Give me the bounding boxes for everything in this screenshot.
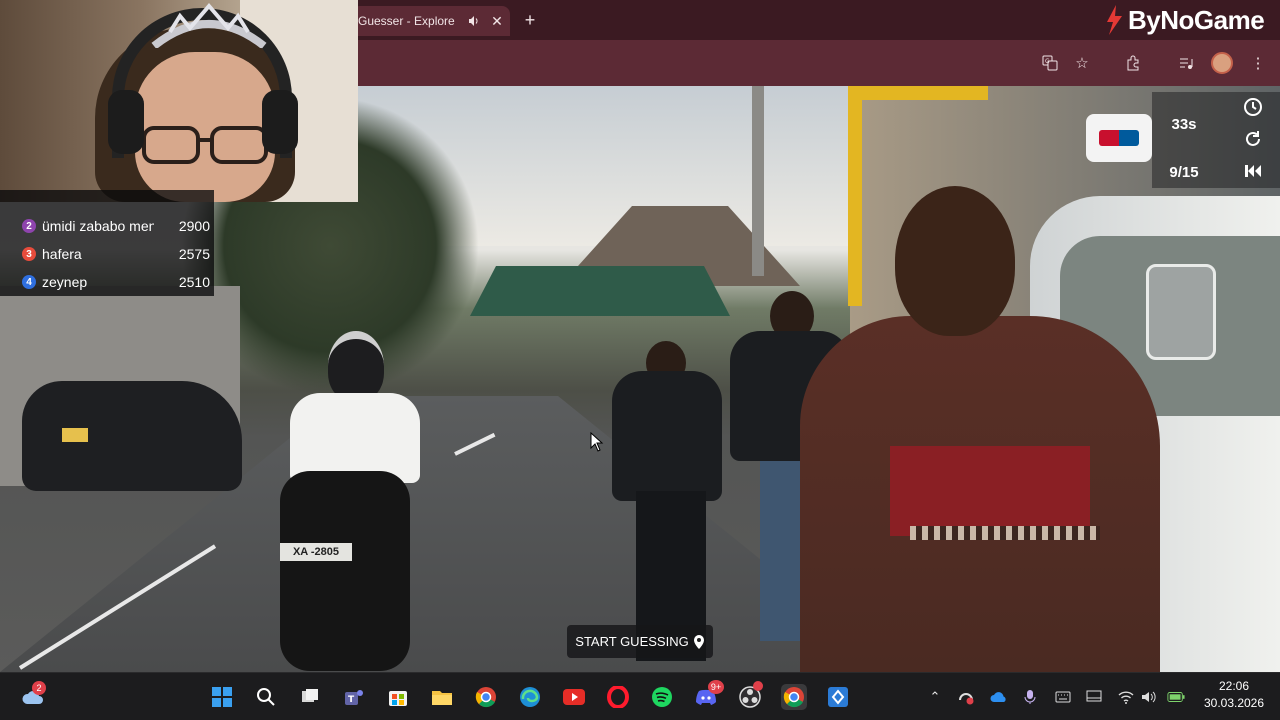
- wifi-icon[interactable]: [1117, 688, 1135, 706]
- menu-dots-icon[interactable]: ⋮: [1248, 53, 1268, 73]
- map-pin-icon: [693, 634, 704, 649]
- task-view-icon[interactable]: [297, 684, 323, 710]
- svg-text:G: G: [1045, 58, 1050, 65]
- motorcycle-rider: XA -2805: [250, 331, 430, 671]
- translate-icon[interactable]: G: [1040, 53, 1060, 73]
- browser-tab[interactable]: Guesser - Explore ✕: [352, 6, 510, 36]
- chrome-icon[interactable]: [473, 684, 499, 710]
- leaderboard: 2 ümidi zababo men 2900 3 hafera 2575 4 …: [0, 190, 214, 296]
- leaderboard-row: 3 hafera 2575: [0, 240, 214, 268]
- tiara: [151, 2, 267, 48]
- brand-text: ByNoGame: [1128, 4, 1265, 35]
- motorcycle-plate: XA -2805: [280, 543, 352, 561]
- teams-icon[interactable]: T: [341, 684, 367, 710]
- close-tab-icon[interactable]: ✕: [488, 12, 506, 30]
- svg-text:T: T: [348, 695, 355, 705]
- return-to-start-icon[interactable]: [1240, 158, 1266, 184]
- microsoft-store-icon[interactable]: [385, 684, 411, 710]
- search-icon[interactable]: [253, 684, 279, 710]
- display-icon[interactable]: [1085, 688, 1103, 706]
- player-name: hafera: [42, 246, 82, 262]
- round-timer: 33s: [1171, 115, 1197, 133]
- leaderboard-row: 2 ümidi zababo men 2900: [0, 212, 214, 240]
- mouse-cursor-icon: [590, 432, 604, 452]
- player-name: zeynep: [42, 274, 88, 290]
- foreground-man: [800, 186, 1160, 672]
- chrome-profile-icon[interactable]: [781, 684, 807, 710]
- system-clock[interactable]: 22:06 30.03.2026: [1196, 678, 1272, 714]
- extensions-icon[interactable]: [1123, 53, 1143, 73]
- file-explorer-icon[interactable]: [429, 684, 455, 710]
- rank-badge: 3: [22, 247, 36, 261]
- battery-icon[interactable]: [1167, 688, 1185, 706]
- clock-icon[interactable]: [1240, 94, 1266, 120]
- weather-badge: 2: [32, 681, 46, 695]
- screen: Guesser - Explore ✕ + ByNoGame G ☆ ⋮ XA …: [0, 0, 1280, 720]
- edge-icon[interactable]: [517, 684, 543, 710]
- opera-icon[interactable]: [605, 684, 631, 710]
- player-score: 2510: [178, 274, 210, 290]
- clock-date: 30.03.2026: [1203, 696, 1265, 710]
- clock-time: 22:06: [1218, 679, 1250, 693]
- webcam-overlay: [0, 0, 358, 202]
- onedrive-icon[interactable]: [990, 688, 1008, 706]
- volume-icon[interactable]: [1140, 688, 1158, 706]
- pedestrian: [612, 341, 722, 671]
- speaker-icon[interactable]: [466, 13, 482, 29]
- rank-badge: 4: [22, 275, 36, 289]
- round-counter: 9/15: [1169, 163, 1199, 181]
- start-guessing-label: START GUESSING: [575, 634, 689, 649]
- reset-position-icon[interactable]: [1240, 126, 1266, 152]
- player-score: 2575: [178, 246, 210, 262]
- security-alert-icon[interactable]: [957, 688, 975, 706]
- player-score: 2900: [178, 218, 210, 234]
- app-icon[interactable]: [825, 684, 851, 710]
- spotify-icon[interactable]: [649, 684, 675, 710]
- utility-pole: [752, 86, 764, 276]
- green-roofs: [470, 266, 730, 316]
- tab-title: Guesser - Explore: [358, 14, 455, 28]
- flame-icon: [1107, 5, 1122, 35]
- bookmark-star-icon[interactable]: ☆: [1072, 53, 1092, 73]
- bynogame-logo: ByNoGame: [1102, 2, 1265, 38]
- profile-avatar[interactable]: [1211, 52, 1233, 74]
- player-name: ümidi zababo men: [42, 218, 154, 234]
- media-control-icon[interactable]: [1176, 53, 1196, 73]
- recording-dot: [753, 681, 763, 691]
- car-plate: [62, 428, 88, 442]
- sponsor-logo: [1086, 114, 1152, 162]
- black-car: [22, 381, 242, 491]
- youtube-icon[interactable]: [561, 684, 587, 710]
- rank-badge: 2: [22, 219, 36, 233]
- chevron-up-icon[interactable]: ⌃: [926, 688, 944, 706]
- windows-start-icon[interactable]: [209, 684, 235, 710]
- start-guessing-button[interactable]: START GUESSING: [567, 625, 713, 658]
- microphone-icon[interactable]: [1021, 688, 1039, 706]
- leaderboard-row: 4 zeynep 2510: [0, 268, 214, 296]
- keyboard-icon[interactable]: [1054, 688, 1072, 706]
- discord-badge: 9+: [708, 680, 724, 694]
- new-tab-button[interactable]: +: [520, 10, 540, 30]
- unionpay-logo: [1099, 130, 1139, 146]
